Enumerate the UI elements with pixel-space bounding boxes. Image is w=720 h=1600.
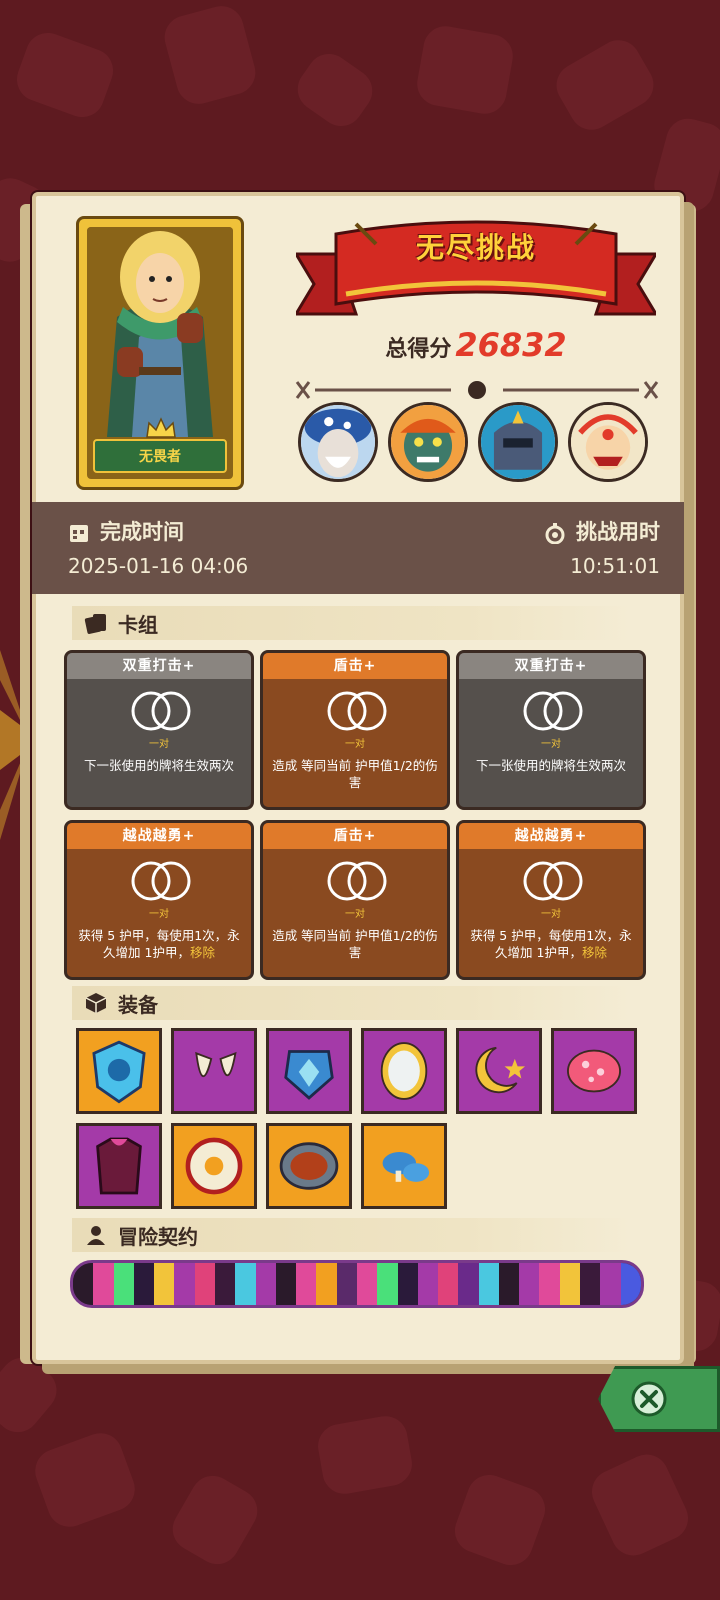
double-ring-icon: [327, 861, 387, 901]
hero-portrait: 无畏者: [87, 227, 233, 479]
blue-armor-icon: [284, 1050, 334, 1100]
score-label: 总得分: [385, 337, 452, 362]
pan-icon: [279, 1142, 339, 1190]
card-tag: 一对: [149, 739, 169, 750]
duration-value: 10:51:01: [570, 554, 660, 578]
equipment-slot[interactable]: [361, 1028, 447, 1114]
card-tag: 一对: [541, 909, 561, 920]
double-ring-icon: [131, 691, 191, 731]
card-tag: 一对: [345, 739, 365, 750]
deck-card[interactable]: 越战越勇+ 一对获得 5 护甲，每使用1次，永久增加 1护甲，移除: [64, 820, 254, 980]
card-description: 下一张使用的牌将生效两次: [83, 758, 234, 773]
score-value: 26832: [455, 326, 567, 364]
armored-knight-icon[interactable]: [478, 402, 558, 482]
card-tag: 一对: [149, 909, 169, 920]
deck-card[interactable]: 双重打击+ 一对下一张使用的牌将生效两次: [456, 650, 646, 810]
mode-title: 无尽挑战: [415, 231, 536, 264]
person-icon: [87, 1226, 105, 1245]
total-score: 总得分 26832: [296, 326, 656, 364]
time-band: 完成时间 2025-01-16 04:06 挑战用时 10:51:01: [32, 502, 684, 594]
card-title: 越战越勇+: [459, 823, 643, 849]
spotted-seed-icon: [567, 1049, 621, 1093]
orange-ogre-icon[interactable]: [388, 402, 468, 482]
fangs-icon: [195, 1051, 237, 1078]
equipment-slot[interactable]: [266, 1123, 352, 1209]
deck-header: 卡组: [72, 606, 632, 640]
card-description: 造成 等同当前 护甲值1/2的伤害: [272, 758, 438, 790]
deck-card[interactable]: 越战越勇+ 一对获得 5 护甲，每使用1次，永久增加 1护甲，移除: [456, 820, 646, 980]
contract-header: 冒险契约: [72, 1218, 632, 1252]
card-description: 造成 等同当前 护甲值1/2的伤害: [272, 928, 438, 960]
mirror-icon: [380, 1042, 428, 1100]
ornament-divider: [295, 381, 659, 399]
double-ring-icon: [131, 861, 191, 901]
card-keyword: 移除: [189, 945, 215, 960]
demon-mask-icon[interactable]: [568, 402, 648, 482]
card-keyword: 移除: [581, 945, 607, 960]
round-shield-icon: [185, 1137, 243, 1195]
tunic-icon: [96, 1137, 142, 1195]
card-title: 越战越勇+: [67, 823, 251, 849]
complete-time-value: 2025-01-16 04:06: [68, 554, 249, 578]
equipment-slot[interactable]: [266, 1028, 352, 1114]
equipment-header: 装备: [72, 986, 632, 1020]
equipment-slot[interactable]: [171, 1028, 257, 1114]
card-description: 获得 5 护甲，每使用1次，永久增加 1护甲，移除: [78, 928, 240, 960]
equipment-slot[interactable]: [456, 1028, 542, 1114]
cube-icon: [85, 993, 107, 1013]
double-ring-icon: [327, 691, 387, 731]
blue-shield-icon: [92, 1040, 146, 1104]
deck-card[interactable]: 盾击+ 一对造成 等同当前 护甲值1/2的伤害: [260, 650, 450, 810]
duration: 挑战用时: [544, 516, 660, 546]
calendar-icon: [70, 525, 88, 542]
mushroom-sage-icon[interactable]: [298, 402, 378, 482]
cards-icon: [84, 614, 106, 634]
equipment-slot[interactable]: [76, 1123, 162, 1209]
card-title: 双重打击+: [67, 653, 251, 679]
deck-card[interactable]: 双重打击+ 一对下一张使用的牌将生效两次: [64, 650, 254, 810]
card-description: 获得 5 护甲，每使用1次，永久增加 1护甲，移除: [470, 928, 632, 960]
stopwatch-icon: [545, 523, 565, 544]
equipment-slot[interactable]: [76, 1028, 162, 1114]
card-description: 下一张使用的牌将生效两次: [475, 758, 626, 773]
card-title: 盾击+: [263, 823, 447, 849]
double-ring-icon: [523, 691, 583, 731]
card-tag: 一对: [541, 739, 561, 750]
deck-card[interactable]: 盾击+ 一对造成 等同当前 护甲值1/2的伤害: [260, 820, 450, 980]
contract-strip[interactable]: [70, 1260, 644, 1308]
hero-card[interactable]: 无畏者: [76, 216, 244, 490]
complete-time: 完成时间: [68, 516, 184, 546]
equipment-slot[interactable]: [551, 1028, 637, 1114]
equipment-slot[interactable]: [171, 1123, 257, 1209]
hero-name: 无畏者: [93, 439, 227, 473]
blue-mushroom-icon: [382, 1152, 430, 1182]
defeated-bosses: [298, 402, 648, 482]
double-ring-icon: [523, 861, 583, 901]
crown-icon: [146, 417, 176, 438]
hero-figure-icon: [87, 227, 233, 437]
moon-star-icon: [475, 1046, 526, 1094]
result-panel: 无畏者 无尽挑战 总得分 26832 完成时间 2025-01-16 04:06…: [32, 192, 684, 1364]
equipment-slot[interactable]: [361, 1123, 447, 1209]
card-title: 盾击+: [263, 653, 447, 679]
close-icon[interactable]: [630, 1380, 668, 1418]
card-tag: 一对: [345, 909, 365, 920]
card-title: 双重打击+: [459, 653, 643, 679]
